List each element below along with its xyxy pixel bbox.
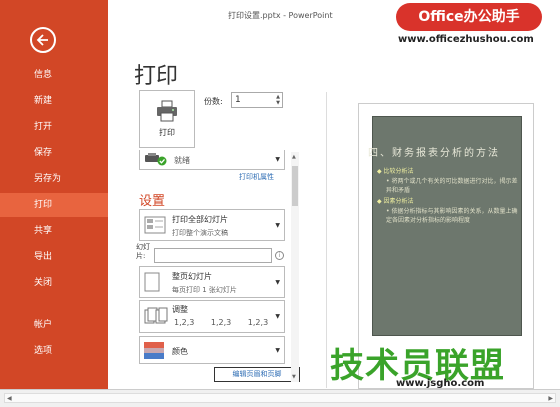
collate-values: 1,2,3 1,2,3 1,2,3	[174, 318, 269, 327]
nav-item-save-as[interactable]: 另存为	[0, 167, 108, 191]
layout-select[interactable]: 整页幻灯片 每页打印 1 张幻灯片 ▼	[139, 266, 285, 298]
info-icon[interactable]: i	[275, 251, 284, 260]
chevron-down-icon: ▼	[275, 347, 280, 354]
edit-header-footer-link[interactable]: 编辑页眉和页脚	[214, 367, 300, 382]
collate-select[interactable]: 调整 1,2,3 1,2,3 1,2,3 ▼	[139, 300, 285, 333]
layout-title: 整页幻灯片	[172, 272, 212, 281]
status-bar: ◀ ▶	[0, 389, 560, 407]
watermark-url-bottom: www.jsgho.com	[396, 378, 485, 389]
nav-item-new[interactable]: 新建	[0, 89, 108, 113]
color-select[interactable]: 颜色 ▼	[139, 336, 285, 364]
settings-title: 设置	[139, 194, 166, 209]
printer-status: 就绪	[174, 156, 190, 165]
nav-item-share[interactable]: 共享	[0, 219, 108, 243]
arrow-left-icon	[36, 34, 48, 46]
horizontal-scrollbar[interactable]: ◀ ▶	[4, 393, 556, 403]
settings-scrollbar[interactable]: ▲ ▼	[291, 152, 299, 382]
scroll-down-icon[interactable]: ▼	[292, 374, 296, 380]
color-icon	[144, 342, 164, 359]
slide-title: 四、财务报表分析的方法	[368, 148, 500, 159]
copies-value: 1	[235, 95, 241, 105]
nav-item-account[interactable]: 帐户	[0, 313, 108, 337]
nav-item-open[interactable]: 打开	[0, 115, 108, 139]
color-title: 颜色	[172, 347, 188, 356]
watermark-url-top: www.officezhushou.com	[398, 34, 534, 45]
slide-bullet: ◆ 因素分析法	[377, 198, 414, 205]
backstage-nav: 信息 新建 打开 保存 另存为 打印 共享 导出 关闭 帐户 选项	[0, 0, 108, 395]
printer-properties-link[interactable]: 打印机属性	[239, 172, 274, 182]
print-range-title: 打印全部幻灯片	[172, 215, 228, 224]
window-title: 打印设置.pptx - PowerPoint	[228, 11, 333, 20]
slide-bullet: • 将两个或几个有关的可比数据进行对比，揭示差异和矛盾	[386, 178, 518, 194]
chevron-down-icon: ▼	[275, 279, 280, 286]
printer-icon	[157, 100, 177, 122]
nav-item-options[interactable]: 选项	[0, 339, 108, 363]
print-range-select[interactable]: 打印全部幻灯片 打印整个演示文稿 ▼	[139, 209, 285, 241]
pane-divider	[326, 92, 327, 388]
scroll-right-icon[interactable]: ▶	[548, 395, 553, 402]
spin-down-icon[interactable]: ▼	[276, 100, 280, 106]
page-title: 打印	[134, 64, 179, 89]
scroll-left-icon[interactable]: ◀	[7, 395, 12, 402]
full-page-icon	[144, 272, 160, 292]
slide-bullet: ◆ 比较分析法	[377, 168, 414, 175]
printer-ready-icon	[145, 153, 167, 166]
chevron-down-icon: ▼	[275, 313, 280, 320]
slide-bullet: • 依据分析指标与其影响因素的关系，从数量上确定各因素对分析指标的影响程度	[386, 208, 518, 224]
nav-item-print[interactable]: 打印	[0, 193, 108, 217]
scroll-up-icon[interactable]: ▲	[292, 154, 296, 160]
collate-icon	[144, 307, 168, 324]
scroll-thumb[interactable]	[292, 166, 298, 206]
slides-label: 幻灯片:	[136, 243, 150, 260]
print-button-label: 打印	[159, 128, 175, 137]
back-button[interactable]	[30, 27, 56, 53]
nav-item-export[interactable]: 导出	[0, 245, 108, 269]
chevron-down-icon: ▼	[275, 156, 280, 163]
printer-select[interactable]: 就绪 ▼	[139, 150, 285, 170]
print-range-subtitle: 打印整个演示文稿	[172, 229, 228, 237]
copies-input[interactable]: 1 ▲ ▼	[231, 92, 283, 108]
slides-range-icon	[144, 216, 166, 234]
slides-input[interactable]	[154, 248, 272, 263]
chevron-down-icon: ▼	[275, 222, 280, 229]
print-button[interactable]: 打印	[139, 90, 195, 148]
nav-item-close[interactable]: 关闭	[0, 271, 108, 295]
nav-item-save[interactable]: 保存	[0, 141, 108, 165]
watermark-badge: Office办公助手	[396, 3, 542, 31]
layout-subtitle: 每页打印 1 张幻灯片	[172, 286, 237, 294]
copies-label: 份数:	[204, 97, 223, 106]
nav-item-info[interactable]: 信息	[0, 63, 108, 87]
collate-title: 调整	[172, 305, 188, 314]
